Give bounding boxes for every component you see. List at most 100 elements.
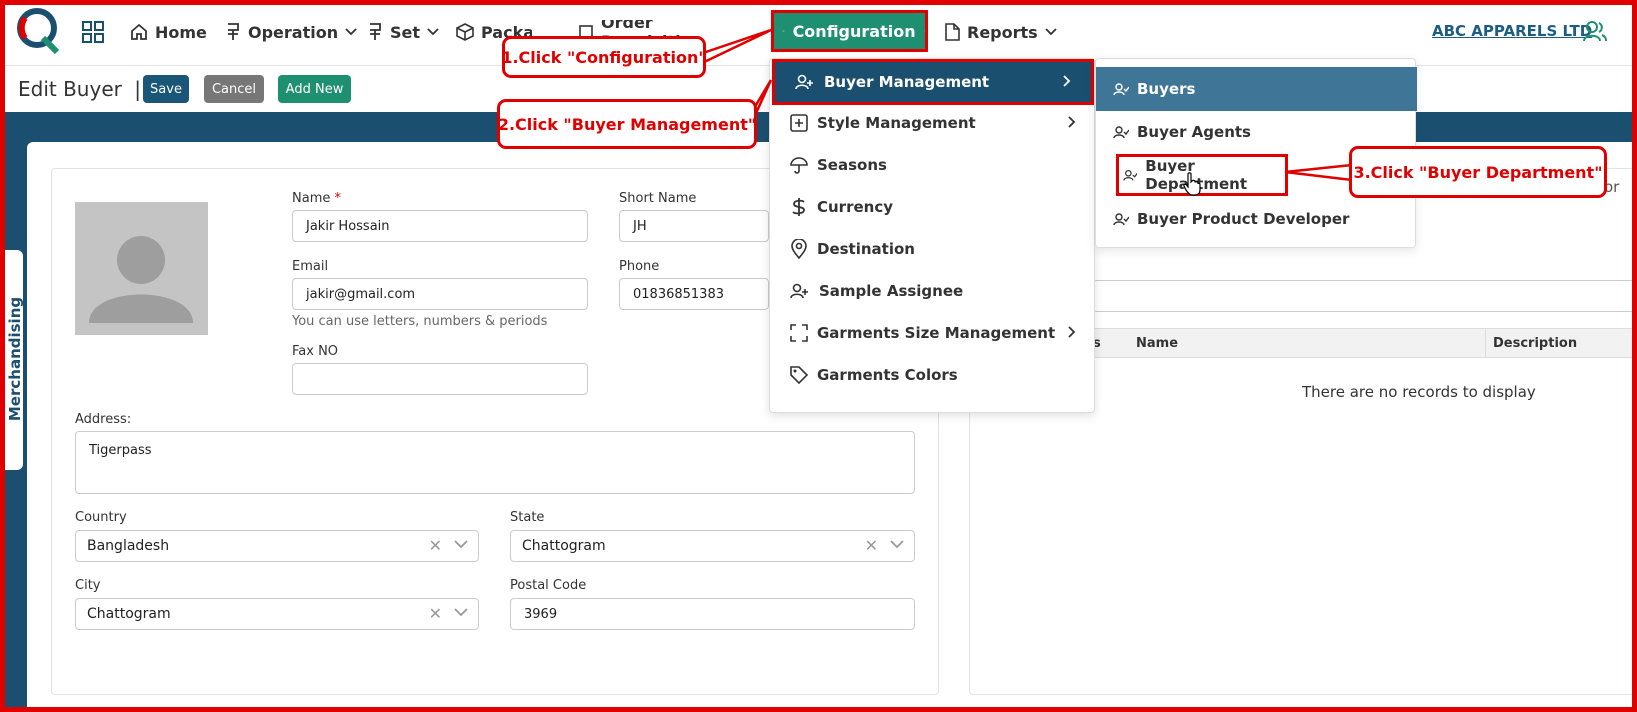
menu-item-style-management[interactable]: Style Management [770, 103, 1096, 143]
dollar-icon [792, 198, 805, 216]
avatar-placeholder-icon [89, 236, 193, 323]
menu-item-label: Currency [817, 198, 894, 216]
nav-set-label: Set [390, 22, 421, 42]
frame-icon [790, 324, 808, 342]
country-value: Bangladesh [87, 538, 170, 554]
company-link[interactable]: ABC APPARELS LTD [1432, 22, 1592, 40]
operation-icon [228, 23, 239, 40]
submenu-item-label: Buyer Product Developer [1137, 210, 1350, 228]
fax-input[interactable] [292, 363, 588, 395]
side-tab-merchandising[interactable]: Merchandising [5, 250, 24, 470]
submenu-item-label: Buyer Agents [1137, 123, 1251, 141]
menu-item-label: Sample Assignee [819, 282, 964, 300]
city-label: City [75, 578, 101, 593]
apps-grid-icon[interactable] [82, 21, 105, 44]
chevron-right-icon [1068, 326, 1076, 338]
menu-item-label: Destination [817, 240, 915, 258]
tag-icon [790, 366, 808, 384]
nav-home[interactable]: Home [130, 20, 207, 44]
submenu-item-label: Buyer Department [1145, 157, 1247, 193]
page-title-text: Edit Buyer [18, 77, 122, 101]
email-label: Email [292, 259, 329, 274]
column-header-name[interactable]: Name [1136, 336, 1178, 351]
menu-item-label: Garments Colors [817, 366, 958, 384]
postal-code-input[interactable]: 3969 [510, 598, 915, 630]
email-hint: You can use letters, numbers & periods [292, 314, 548, 329]
chevron-down-icon[interactable] [454, 540, 468, 549]
avatar[interactable] [75, 202, 208, 335]
nav-home-label: Home [155, 22, 207, 42]
chevron-down-icon[interactable] [454, 608, 468, 617]
country-label: Country [75, 510, 127, 525]
set-icon [370, 23, 381, 40]
menu-item-buyer-management[interactable]: Buyer Management [772, 59, 1094, 105]
configuration-dropdown: Buyer Management Style Management Season… [769, 58, 1095, 413]
clear-icon[interactable]: ✕ [429, 604, 442, 623]
nav-reports[interactable]: Reports [945, 20, 1057, 44]
nav-configuration-label: Configuration [792, 21, 916, 41]
email-input[interactable]: jakir@gmail.com [292, 278, 588, 310]
menu-item-label: Garments Size Management [817, 324, 1056, 342]
menu-item-garments-size-management[interactable]: Garments Size Management [770, 313, 1096, 353]
state-select[interactable]: Chattogram ✕ [510, 530, 915, 562]
side-tab-label: Merchandising [6, 296, 24, 422]
required-mark: * [334, 191, 342, 206]
phone-input[interactable]: 01836851383 [619, 278, 769, 310]
menu-item-destination[interactable]: Destination [770, 229, 1096, 269]
clear-icon[interactable]: ✕ [429, 536, 442, 555]
nav-set[interactable]: Set [367, 20, 439, 44]
menu-item-seasons[interactable]: Seasons [770, 145, 1096, 185]
postal-code-label: Postal Code [510, 578, 587, 593]
submenu-item-buyer-department[interactable]: Buyer Department [1116, 154, 1288, 196]
chevron-right-icon [1063, 75, 1071, 87]
address-label: Address: [75, 412, 132, 427]
map-pin-icon [791, 239, 807, 259]
column-divider [1485, 329, 1486, 357]
page-title: Edit Buyer | [18, 77, 141, 101]
submenu-item-buyers[interactable]: Buyers [1096, 67, 1417, 111]
short-name-label: Short Name [619, 191, 697, 206]
menu-item-currency[interactable]: Currency [770, 187, 1096, 227]
cancel-button[interactable]: Cancel [204, 75, 264, 103]
user-plus-icon [790, 283, 808, 299]
chevron-down-icon [427, 28, 439, 36]
app-logo[interactable] [17, 8, 59, 54]
search-input[interactable] [1093, 280, 1637, 312]
short-name-input[interactable]: JH [619, 210, 769, 242]
user-plus-icon [795, 74, 813, 90]
callout-step-1: 1.Click "Configuration" [501, 36, 707, 78]
menu-item-label: Seasons [817, 156, 887, 174]
submenu-item-label: Buyers [1137, 80, 1196, 98]
chevron-down-icon [923, 30, 925, 32]
hand-cursor-icon [1183, 172, 1201, 196]
chevron-down-icon[interactable] [890, 540, 904, 549]
user-check-icon [1113, 82, 1129, 95]
submenu-item-buyer-product-developer[interactable]: Buyer Product Developer [1096, 199, 1417, 239]
home-icon [131, 23, 147, 40]
empty-table-message: There are no records to display [1302, 383, 1536, 401]
menu-item-garments-colors[interactable]: Garments Colors [770, 355, 1096, 395]
menu-item-label: Style Management [817, 114, 976, 132]
chevron-right-icon [1068, 116, 1076, 128]
column-header-description[interactable]: Description [1493, 336, 1577, 351]
chevron-down-icon [1045, 28, 1057, 36]
address-textarea[interactable]: Tigerpass [75, 431, 915, 494]
nav-operation[interactable]: Operation [225, 20, 357, 44]
chevron-down-icon [345, 28, 357, 36]
country-select[interactable]: Bangladesh ✕ [75, 530, 479, 562]
city-value: Chattogram [87, 606, 171, 622]
name-input[interactable]: Jakir Hossain [292, 210, 588, 242]
state-label: State [510, 510, 545, 525]
nav-configuration[interactable]: Configuration [771, 10, 928, 52]
save-button[interactable]: Save [143, 75, 189, 103]
top-navbar: Home Operation Set Packaging Order Requi… [0, 0, 1637, 66]
menu-item-sample-assignee[interactable]: Sample Assignee [770, 271, 1096, 311]
umbrella-icon [790, 157, 808, 174]
city-select[interactable]: Chattogram ✕ [75, 598, 479, 630]
clear-icon[interactable]: ✕ [865, 536, 878, 555]
table-header: s Name Description [1093, 328, 1637, 358]
users-icon[interactable] [1583, 20, 1607, 42]
document-icon [945, 23, 960, 41]
add-new-button[interactable]: Add New [278, 75, 351, 103]
name-label: Name * [292, 191, 341, 206]
